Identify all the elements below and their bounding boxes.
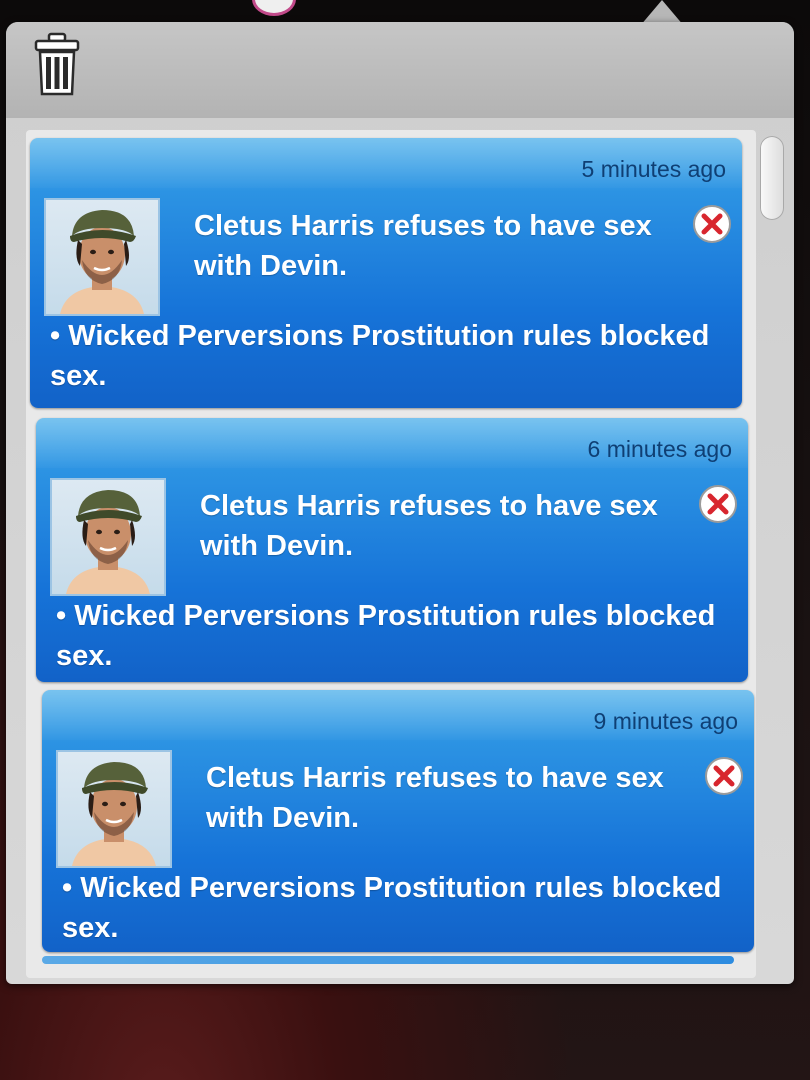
scrollbar-thumb[interactable]	[760, 136, 784, 220]
dismiss-notification-button[interactable]	[692, 204, 732, 244]
close-icon	[699, 485, 737, 523]
notification-badge[interactable]	[252, 0, 296, 16]
sim-portrait[interactable]	[44, 198, 160, 316]
game-screen: 5 minutes ago Cletus Harris refuses to h…	[0, 0, 810, 1080]
notification-panel: 5 minutes ago Cletus Harris refuses to h…	[6, 22, 794, 984]
notification-timestamp: 9 minutes ago	[593, 708, 738, 734]
trash-icon	[34, 32, 80, 96]
notification-headline: Cletus Harris refuses to have sex with D…	[200, 490, 658, 562]
feed-scrollbar[interactable]	[760, 136, 784, 978]
sim-portrait-image	[60, 210, 144, 314]
dismiss-notification-button[interactable]	[698, 484, 738, 524]
panel-header	[6, 22, 794, 118]
notification-body: • Wicked Perversions Prostitution rules …	[50, 320, 710, 392]
notification-body: • Wicked Perversions Prostitution rules …	[56, 600, 716, 672]
sim-portrait-image	[66, 490, 150, 594]
notification-feed[interactable]: 5 minutes ago Cletus Harris refuses to h…	[26, 130, 756, 978]
notification-card[interactable]: 5 minutes ago Cletus Harris refuses to h…	[30, 138, 742, 408]
notification-card[interactable]: 9 minutes ago Cletus Harris refuses to h…	[42, 690, 754, 952]
dismiss-notification-button[interactable]	[704, 756, 744, 796]
notification-headline: Cletus Harris refuses to have sex with D…	[206, 762, 664, 834]
sim-portrait-image	[72, 762, 156, 866]
close-icon	[705, 757, 743, 795]
notification-timestamp: 6 minutes ago	[587, 436, 732, 462]
feed-bottom-divider	[42, 956, 734, 964]
sim-portrait[interactable]	[50, 478, 166, 596]
clear-notifications-button[interactable]	[32, 32, 82, 98]
notification-body: • Wicked Perversions Prostitution rules …	[62, 872, 722, 944]
notification-timestamp: 5 minutes ago	[581, 156, 726, 182]
notification-headline: Cletus Harris refuses to have sex with D…	[194, 210, 652, 282]
notification-card[interactable]: 6 minutes ago Cletus Harris refuses to h…	[36, 418, 748, 682]
close-icon	[693, 205, 731, 243]
sim-portrait[interactable]	[56, 750, 172, 868]
